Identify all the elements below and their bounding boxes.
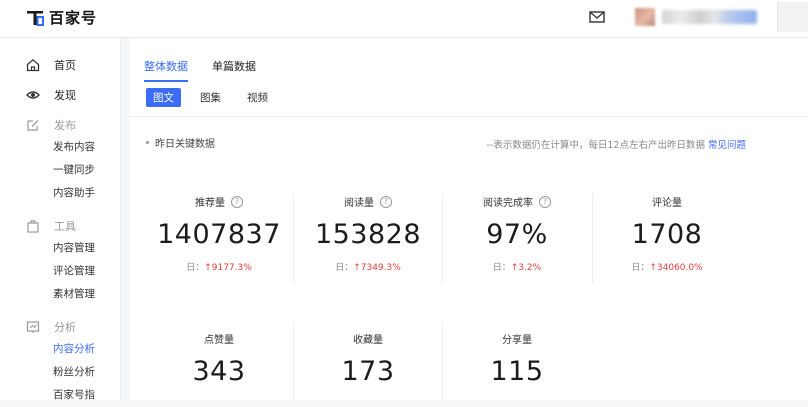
sidebar-item-fans-analytics[interactable]: 粉丝分析 bbox=[0, 361, 121, 384]
subtab-article[interactable]: 图文 bbox=[146, 88, 181, 107]
metric-label: 阅读量 bbox=[344, 198, 374, 209]
scrollbar[interactable] bbox=[777, 2, 808, 32]
top-bar: 百家号 bbox=[0, 0, 808, 38]
metric-label-row: 收藏量 bbox=[293, 331, 443, 346]
tabs: 整体数据 单篇数据 bbox=[144, 58, 280, 82]
sidebar-group-label: 分析 bbox=[54, 321, 76, 334]
sidebar-group-publish: 发布 bbox=[0, 114, 121, 136]
metric-card-completion-rate: 阅读完成率 ? 97% 日：↑3.2% bbox=[442, 194, 592, 273]
sidebar-group-tools: 工具 bbox=[0, 215, 121, 237]
metric-value: 1708 bbox=[631, 219, 703, 250]
subtab-gallery[interactable]: 图集 bbox=[193, 88, 228, 107]
metric-card-reads: 阅读量 ? 153828 日：↑7349.3% bbox=[293, 194, 443, 273]
metric-card-likes: 点赞量 343 bbox=[144, 331, 294, 387]
home-icon bbox=[26, 58, 40, 72]
metric-label: 评论量 bbox=[652, 198, 682, 209]
change-value: ↑9177.3% bbox=[204, 263, 252, 273]
metric-value: 343 bbox=[192, 356, 246, 387]
sidebar-item-label: 首页 bbox=[54, 59, 76, 72]
subtab-video[interactable]: 视频 bbox=[240, 88, 275, 107]
metric-value: 97% bbox=[486, 219, 548, 250]
metric-label: 推荐量 bbox=[195, 198, 225, 209]
sidebar-item-assistant[interactable]: 内容助手 bbox=[0, 182, 121, 205]
metric-card-recommend: 推荐量 ? 1407837 日：↑9177.3% bbox=[144, 194, 294, 273]
sidebar-item-material-manage[interactable]: 素材管理 bbox=[0, 283, 121, 306]
metric-value: 173 bbox=[341, 356, 395, 387]
main-panel: 整体数据 单篇数据 图文 图集 视频 昨日关键数据 --表示数据仍在计算中，每日… bbox=[130, 38, 808, 400]
metric-label: 点赞量 bbox=[204, 335, 234, 346]
avatar[interactable] bbox=[635, 8, 655, 26]
metric-daily-change: 日：↑7349.3% bbox=[293, 260, 443, 273]
metric-daily-change: 日：↑3.2% bbox=[442, 260, 592, 273]
sidebar-item-content-manage[interactable]: 内容管理 bbox=[0, 237, 121, 260]
change-value: ↑7349.3% bbox=[353, 263, 401, 273]
sidebar-item-label: 发现 bbox=[54, 89, 76, 102]
chart-icon bbox=[26, 321, 40, 333]
metric-label: 分享量 bbox=[502, 335, 532, 346]
tab-overall-data[interactable]: 整体数据 bbox=[144, 58, 188, 82]
sidebar-group-analytics: 分析 bbox=[0, 316, 121, 338]
sidebar-item-publish-content[interactable]: 发布内容 bbox=[0, 136, 121, 159]
metric-value: 115 bbox=[490, 356, 544, 387]
sidebar-item-discover[interactable]: 发现 bbox=[0, 84, 121, 106]
section-title-text: 昨日关键数据 bbox=[155, 139, 215, 150]
metric-card-comments: 评论量 1708 日：↑34060.0% bbox=[592, 194, 742, 273]
help-icon[interactable]: ? bbox=[539, 195, 551, 208]
edit-icon bbox=[27, 120, 39, 131]
tab-single-article-data[interactable]: 单篇数据 bbox=[212, 58, 256, 82]
metric-value: 1407837 bbox=[157, 219, 281, 250]
metric-label-row: 推荐量 ? bbox=[144, 194, 294, 209]
sidebar-group-label: 工具 bbox=[54, 220, 76, 233]
metric-value: 153828 bbox=[314, 219, 422, 250]
sidebar-item-content-analytics[interactable]: 内容分析 bbox=[0, 338, 121, 361]
logo[interactable]: 百家号 bbox=[26, 7, 97, 28]
bag-icon bbox=[27, 220, 39, 233]
day-prefix: 日： bbox=[631, 263, 650, 273]
sidebar: 首页 发现 发布 发布内容 一键同步 内容助手 工具 内容管理 评论管理 素材管… bbox=[0, 38, 121, 401]
day-prefix: 日： bbox=[186, 263, 205, 273]
help-icon[interactable]: ? bbox=[231, 195, 243, 208]
sidebar-item-bjh-index[interactable]: 百家号指 bbox=[0, 384, 121, 407]
sidebar-item-sync[interactable]: 一键同步 bbox=[0, 159, 121, 182]
mail-icon[interactable] bbox=[589, 10, 605, 24]
metric-label: 收藏量 bbox=[353, 335, 383, 346]
metric-label: 阅读完成率 bbox=[483, 198, 533, 209]
help-icon[interactable]: ? bbox=[380, 195, 392, 208]
metric-card-favorites: 收藏量 173 bbox=[293, 331, 443, 387]
section-title: 昨日关键数据 bbox=[146, 135, 215, 150]
divider bbox=[130, 116, 808, 117]
day-prefix: 日： bbox=[492, 263, 511, 273]
metric-label-row: 点赞量 bbox=[144, 331, 294, 346]
data-note-text: --表示数据仍在计算中，每日12点左右产出昨日数据 bbox=[486, 140, 705, 151]
metric-card-shares: 分享量 115 bbox=[442, 331, 592, 387]
metric-label-row: 阅读完成率 ? bbox=[442, 194, 592, 209]
metric-label-row: 阅读量 ? bbox=[293, 194, 443, 209]
logo-text: 百家号 bbox=[49, 9, 98, 27]
metric-label-row: 评论量 bbox=[592, 194, 742, 209]
sidebar-item-comment-manage[interactable]: 评论管理 bbox=[0, 260, 121, 283]
metric-daily-change: 日：↑9177.3% bbox=[144, 260, 294, 273]
faq-link[interactable]: 常见问题 bbox=[708, 140, 746, 151]
sidebar-item-home[interactable]: 首页 bbox=[0, 54, 121, 76]
eye-icon bbox=[26, 91, 40, 99]
sidebar-group-label: 发布 bbox=[54, 119, 76, 132]
bullet-dot bbox=[146, 141, 149, 144]
baijiahao-logo-icon bbox=[27, 10, 44, 26]
change-value: ↑3.2% bbox=[510, 263, 542, 273]
day-prefix: 日： bbox=[335, 263, 354, 273]
metric-label-row: 分享量 bbox=[442, 331, 592, 346]
change-value: ↑34060.0% bbox=[649, 263, 703, 273]
content-type-tabs: 图文 图集 视频 bbox=[146, 88, 287, 107]
metric-daily-change: 日：↑34060.0% bbox=[592, 260, 742, 273]
username-redacted[interactable] bbox=[662, 10, 757, 24]
data-note: --表示数据仍在计算中，每日12点左右产出昨日数据 常见问题 bbox=[487, 137, 746, 151]
